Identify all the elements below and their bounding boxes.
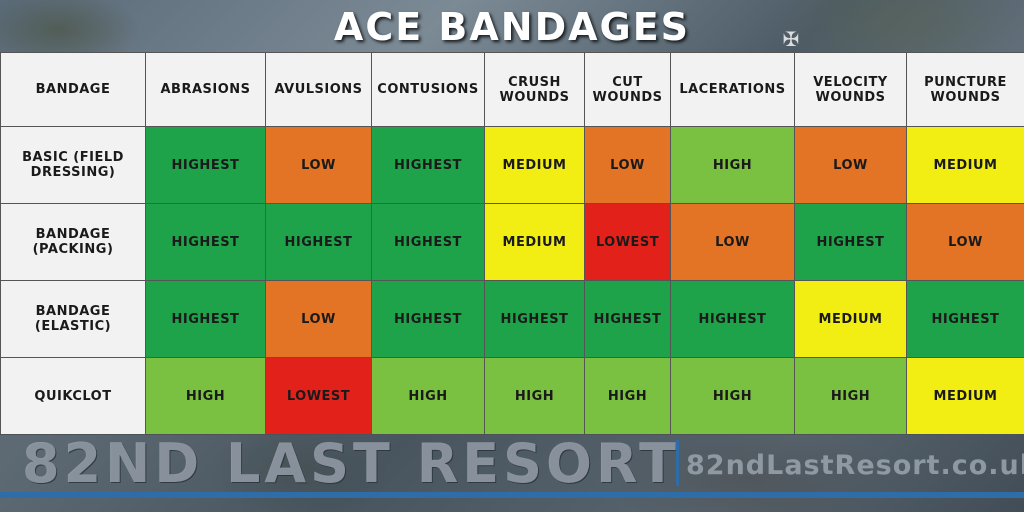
rating-cell: HIGHEST — [670, 280, 795, 358]
header-crush-wounds: CRUSH WOUNDS — [484, 52, 585, 127]
table-row: QUIKCLOT HIGH LOWEST HIGH HIGH HIGH HIGH… — [0, 357, 1024, 435]
row-label: BANDAGE (PACKING) — [0, 203, 146, 281]
rating-cell: HIGHEST — [371, 203, 485, 281]
rating-cell: HIGHEST — [145, 280, 266, 358]
rating-cell: HIGHEST — [371, 126, 485, 204]
rating-cell: HIGHEST — [145, 126, 266, 204]
bandage-table: BANDAGE ABRASIONS AVULSIONS CONTUSIONS C… — [0, 52, 1024, 435]
footer-divider — [676, 440, 679, 486]
rating-cell: MEDIUM — [906, 126, 1024, 204]
rating-cell: HIGH — [794, 357, 907, 435]
rating-cell: HIGH — [670, 126, 795, 204]
table-row: BANDAGE (ELASTIC) HIGHEST LOW HIGHEST HI… — [0, 280, 1024, 358]
header-bandage: BANDAGE — [0, 52, 146, 127]
rating-cell: MEDIUM — [906, 357, 1024, 435]
rating-cell: HIGH — [484, 357, 585, 435]
rating-cell: LOW — [670, 203, 795, 281]
rating-cell: HIGHEST — [584, 280, 671, 358]
rating-cell: HIGH — [145, 357, 266, 435]
rating-cell: LOW — [265, 280, 372, 358]
footer-accent-bar — [0, 492, 1024, 498]
rating-cell: HIGH — [670, 357, 795, 435]
header-cut-wounds: CUT WOUNDS — [584, 52, 671, 127]
brand-wordmark: 82ND LAST RESORT — [22, 432, 680, 495]
rating-cell: LOW — [906, 203, 1024, 281]
row-label: BANDAGE (ELASTIC) — [0, 280, 146, 358]
row-label: QUIKCLOT — [0, 357, 146, 435]
header-puncture-wounds: PUNCTURE WOUNDS — [906, 52, 1024, 127]
rating-cell: MEDIUM — [484, 126, 585, 204]
page-title: ACE BANDAGES — [333, 5, 691, 49]
rating-cell: LOW — [794, 126, 907, 204]
rating-cell: MEDIUM — [484, 203, 585, 281]
header-velocity-wounds: VELOCITY WOUNDS — [794, 52, 907, 127]
header-contusions: CONTUSIONS — [371, 52, 485, 127]
rating-cell: HIGHEST — [265, 203, 372, 281]
table-row: BANDAGE (PACKING) HIGHEST HIGHEST HIGHES… — [0, 203, 1024, 281]
rating-cell: LOW — [584, 126, 671, 204]
rating-cell: HIGHEST — [794, 203, 907, 281]
rating-cell: HIGH — [371, 357, 485, 435]
rating-cell: MEDIUM — [794, 280, 907, 358]
rating-cell: LOW — [265, 126, 372, 204]
rating-cell: HIGHEST — [906, 280, 1024, 358]
rating-cell: HIGHEST — [371, 280, 485, 358]
header-avulsions: AVULSIONS — [265, 52, 372, 127]
rating-cell: LOWEST — [265, 357, 372, 435]
rating-cell: HIGHEST — [484, 280, 585, 358]
rating-cell: LOWEST — [584, 203, 671, 281]
header-abrasions: ABRASIONS — [145, 52, 266, 127]
rating-cell: HIGH — [584, 357, 671, 435]
header-row: BANDAGE ABRASIONS AVULSIONS CONTUSIONS C… — [0, 52, 1024, 127]
table-row: BASIC (FIELD DRESSING) HIGHEST LOW HIGHE… — [0, 126, 1024, 204]
header-lacerations: LACERATIONS — [670, 52, 795, 127]
rating-cell: HIGHEST — [145, 203, 266, 281]
cross-emblem-icon: ✠ — [782, 27, 800, 51]
website-link[interactable]: 82ndLastResort.co.uk — [686, 446, 1024, 486]
row-label: BASIC (FIELD DRESSING) — [0, 126, 146, 204]
